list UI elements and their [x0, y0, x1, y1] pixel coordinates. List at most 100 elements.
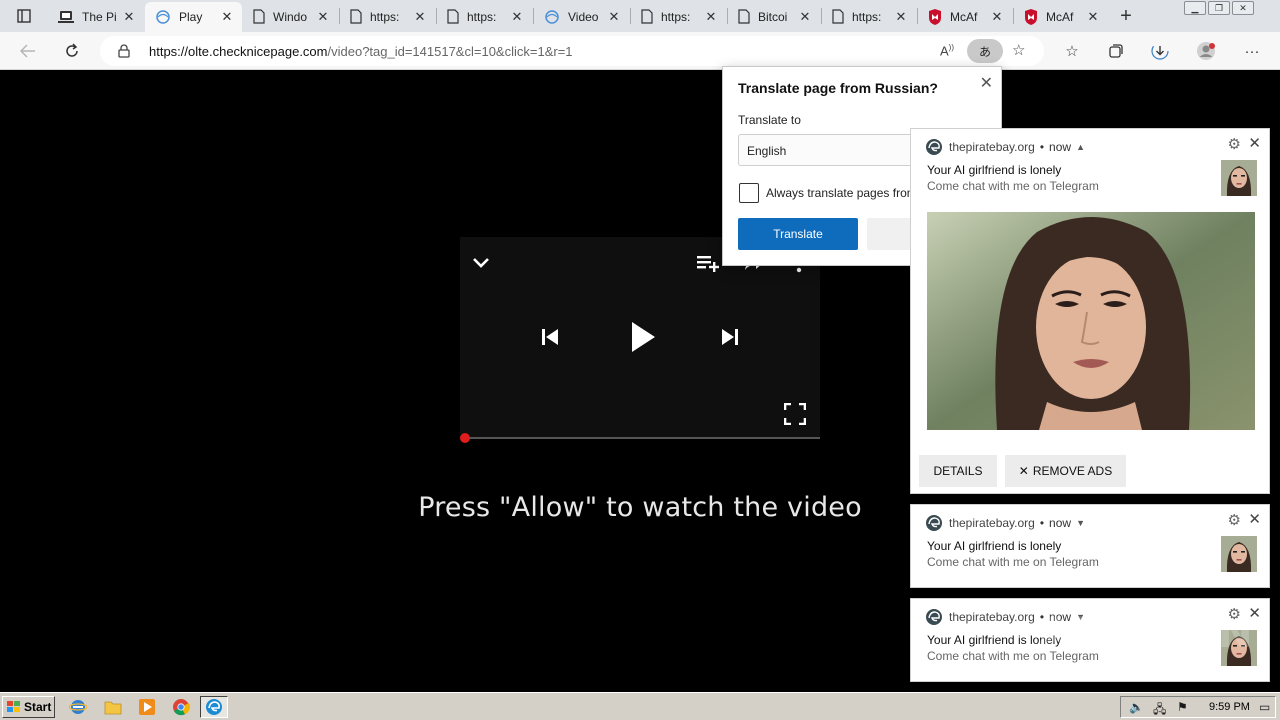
close-icon: ✕	[1018, 464, 1029, 478]
page-icon	[253, 9, 265, 24]
tab-9[interactable]: McAf ✕	[918, 3, 1012, 30]
edge-icon	[206, 699, 222, 715]
taskbar-explorer-button[interactable]	[99, 696, 127, 718]
previous-button[interactable]	[538, 325, 562, 349]
tab-8[interactable]: https: ✕	[822, 3, 916, 30]
chevron-up-icon[interactable]: ▲	[1076, 142, 1085, 152]
tab-5[interactable]: Video ✕	[534, 3, 629, 30]
tab-1[interactable]: Play ✕	[145, 2, 242, 32]
windows-logo-icon	[7, 701, 20, 712]
edge-load-icon	[545, 9, 559, 24]
progress-scrubber[interactable]	[460, 433, 470, 443]
tab-actions-button[interactable]	[4, 4, 44, 28]
translate-close-button[interactable]: ✕	[980, 73, 993, 93]
browser-toolbar: https://olte.checknicepage.com/video?tag…	[0, 32, 1280, 70]
start-button[interactable]: Start	[2, 696, 55, 718]
video-player[interactable]	[460, 237, 820, 439]
details-button[interactable]: DETAILS	[919, 455, 997, 487]
translate-confirm-button[interactable]: Translate	[738, 218, 858, 250]
network-icon[interactable]: 🖧	[1153, 700, 1166, 720]
taskbar-ie-button[interactable]	[64, 696, 92, 718]
always-translate-checkbox[interactable]	[739, 183, 759, 203]
chevron-down-icon[interactable]: ▼	[1076, 518, 1085, 528]
translate-button[interactable]: あ	[967, 39, 1003, 63]
tab-title: Bitcoi	[758, 9, 788, 24]
url-text[interactable]: https://olte.checknicepage.com/video?tag…	[149, 44, 573, 59]
notification-close-button[interactable]: ✕	[1248, 510, 1261, 528]
close-icon: ✕	[1239, 2, 1247, 13]
close-icon[interactable]: ✕	[508, 8, 526, 26]
lock-icon[interactable]	[118, 44, 130, 58]
translate-icon: あ	[978, 44, 991, 59]
window-close-button[interactable]: ✕	[1232, 1, 1254, 15]
tab-strip: The Pi ✕ Play ✕ Windo ✕ https: ✕ https: …	[0, 0, 1280, 32]
notification-hero-image[interactable]	[927, 212, 1255, 430]
translate-to-label: Translate to	[738, 113, 801, 127]
tab-2[interactable]: Windo ✕	[243, 3, 338, 30]
close-icon[interactable]: ✕	[702, 8, 720, 26]
action-center-icon[interactable]: ▭	[1259, 700, 1270, 714]
close-icon[interactable]: ✕	[892, 8, 910, 26]
collapse-button[interactable]	[470, 253, 492, 273]
minimize-button[interactable]: ▁	[1184, 1, 1206, 15]
tab-7[interactable]: Bitcoi ✕	[728, 3, 820, 30]
notification-close-button[interactable]: ✕	[1248, 134, 1261, 152]
volume-icon[interactable]: 🔈	[1129, 700, 1144, 714]
favorites-button[interactable]: ☆	[1059, 39, 1085, 63]
close-icon[interactable]: ✕	[1084, 8, 1102, 26]
page-icon	[641, 9, 653, 24]
back-button[interactable]	[15, 39, 41, 63]
close-icon[interactable]: ✕	[988, 8, 1006, 26]
add-favorite-icon[interactable]: ☆	[1012, 41, 1025, 59]
clock[interactable]: 9:59 PM	[1209, 701, 1250, 713]
notification-header: thepiratebay.org • now ▼	[925, 513, 1085, 533]
tab-3[interactable]: https: ✕	[340, 3, 435, 30]
close-icon[interactable]: ✕	[314, 8, 332, 26]
read-aloud-icon[interactable]: A))	[940, 43, 954, 58]
tab-10[interactable]: McAf ✕	[1014, 3, 1108, 30]
address-bar[interactable]: https://olte.checknicepage.com/video?tag…	[100, 36, 1044, 66]
taskbar-media-button[interactable]	[133, 696, 161, 718]
profile-button[interactable]	[1193, 39, 1219, 63]
taskbar-edge-button[interactable]	[200, 696, 228, 718]
taskbar-chrome-button[interactable]	[167, 696, 195, 718]
chrome-icon	[173, 699, 190, 716]
tab-title: https:	[370, 9, 400, 24]
tab-4[interactable]: https: ✕	[437, 3, 532, 30]
close-icon[interactable]: ✕	[411, 8, 429, 26]
add-to-queue-button[interactable]	[695, 251, 721, 275]
close-icon[interactable]: ✕	[796, 8, 814, 26]
notification-header: thepiratebay.org • now ▲	[925, 137, 1085, 157]
edge-icon	[926, 139, 942, 155]
notification-settings-button[interactable]: ⚙	[1228, 135, 1241, 153]
notification-expanded[interactable]: thepiratebay.org • now ▲ ⚙ ✕ Your AI gir…	[910, 128, 1270, 494]
fullscreen-button[interactable]	[782, 401, 808, 427]
tab-0[interactable]: The Pi ✕	[48, 3, 144, 30]
separator-dot: •	[1039, 140, 1045, 154]
remove-ads-button[interactable]: ✕ REMOVE ADS	[1005, 455, 1126, 487]
notification-collapsed[interactable]: thepiratebay.org • now ▼ ⚙ ✕ Your AI gir…	[910, 504, 1270, 588]
next-button[interactable]	[718, 325, 742, 349]
video-progress-bar[interactable]	[465, 437, 820, 439]
refresh-button[interactable]	[59, 39, 85, 63]
tab-title: McAf	[1046, 9, 1074, 24]
tab-6[interactable]: https: ✕	[631, 3, 726, 30]
new-tab-button[interactable]: +	[1114, 4, 1138, 28]
page-icon	[447, 9, 459, 24]
play-button[interactable]	[626, 319, 660, 355]
close-icon[interactable]: ✕	[605, 8, 623, 26]
notification-title: Your AI girlfriend is lonely	[927, 163, 1062, 177]
page-icon	[350, 9, 362, 24]
more-menu-button[interactable]: ···	[1239, 39, 1265, 63]
close-icon[interactable]: ✕	[120, 8, 138, 26]
notification-body: Come chat with me on Telegram	[927, 555, 1099, 569]
notification-settings-button[interactable]: ⚙	[1228, 511, 1241, 529]
close-icon[interactable]: ✕	[218, 8, 236, 26]
collections-button[interactable]	[1103, 39, 1129, 63]
gear-icon: ⚙	[1227, 136, 1241, 153]
mcafee-icon	[929, 8, 941, 25]
downloads-button[interactable]	[1147, 39, 1173, 63]
security-icon[interactable]: ⚑	[1177, 700, 1188, 714]
restore-button[interactable]: ❐	[1208, 1, 1230, 15]
back-arrow-icon	[20, 44, 35, 58]
